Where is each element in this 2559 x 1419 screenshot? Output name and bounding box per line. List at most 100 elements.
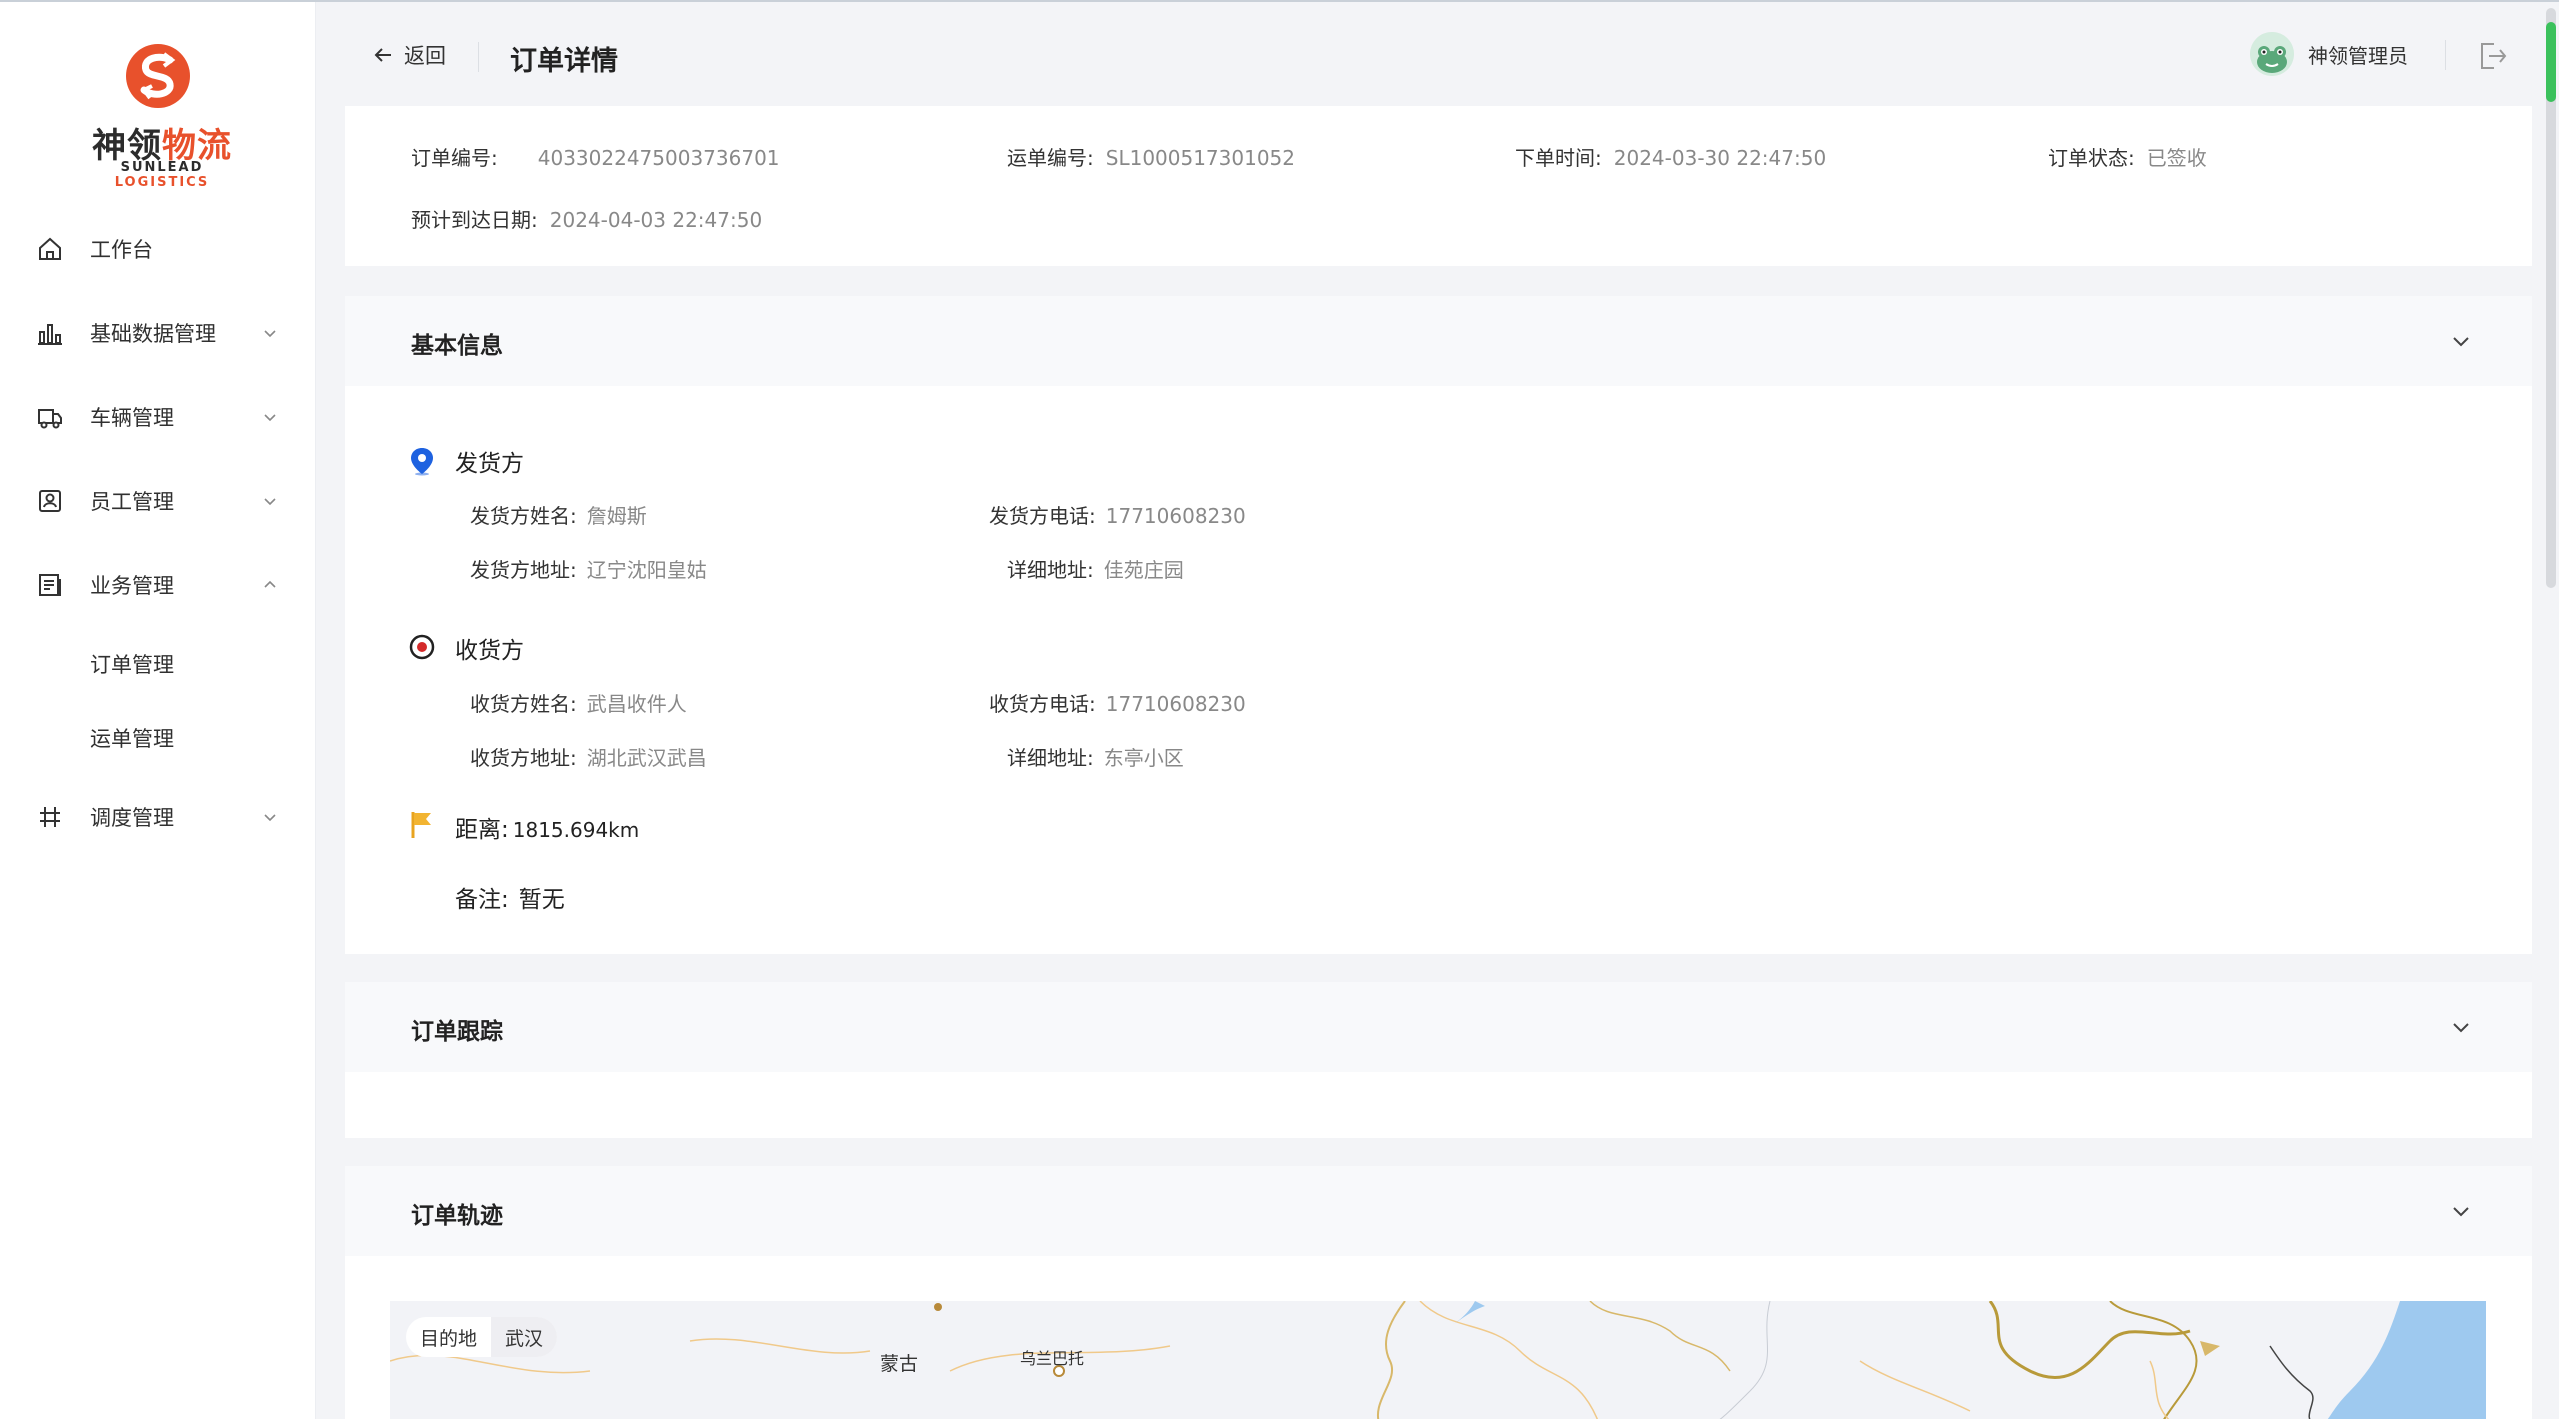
sender-name-value: 詹姆斯 bbox=[586, 504, 647, 528]
order-trajectory-header[interactable]: 订单轨迹 bbox=[345, 1166, 2532, 1256]
arrow-left-icon bbox=[374, 48, 391, 62]
order-number-value: 4033022475003736701 bbox=[537, 146, 780, 170]
waybill-number-value: SL1000517301052 bbox=[1105, 146, 1296, 170]
remark-label: 备注: bbox=[455, 887, 509, 913]
map-destination-tag: 目的地 武汉 bbox=[406, 1317, 558, 1357]
waybill-number-label: 运单编号: bbox=[1007, 146, 1094, 170]
sidebar-item-label: 工作台 bbox=[90, 238, 153, 262]
distance-label: 距离: bbox=[455, 817, 509, 843]
chevron-up-icon bbox=[264, 580, 276, 588]
frog-avatar-icon bbox=[2250, 32, 2294, 76]
sender-name-label: 发货方姓名: bbox=[470, 504, 577, 528]
header-divider bbox=[2445, 40, 2446, 70]
receiver-address-label: 收货方地址: bbox=[470, 746, 577, 770]
section-title: 订单跟踪 bbox=[411, 1019, 503, 1045]
receiver-address-field: 收货方地址: 湖北武汉武昌 bbox=[470, 742, 707, 771]
distance-value: 1815.694km bbox=[512, 818, 640, 842]
receiver-detail-value: 东亭小区 bbox=[1103, 746, 1184, 770]
dispatch-icon bbox=[36, 803, 64, 831]
brand-logo[interactable]: 神领物流 SUNLEAD LOGISTICS bbox=[72, 42, 252, 190]
chevron-down-icon[interactable] bbox=[2450, 1016, 2472, 1038]
distance-field: 距离: 1815.694km bbox=[455, 810, 639, 844]
back-button[interactable]: 返回 bbox=[372, 40, 446, 70]
remark-field: 备注: 暂无 bbox=[455, 880, 565, 914]
logo-mark-icon bbox=[126, 44, 190, 108]
order-status-label: 订单状态: bbox=[2048, 146, 2135, 170]
sender-name-field: 发货方姓名: 詹姆斯 bbox=[470, 500, 647, 529]
chevron-down-icon bbox=[264, 498, 276, 506]
sidebar: 神领物流 SUNLEAD LOGISTICS 工作台 基础数据管理 车辆管理 员… bbox=[0, 2, 316, 1419]
header-divider bbox=[478, 42, 479, 72]
sidebar-item-vehicle[interactable]: 车辆管理 bbox=[0, 375, 316, 459]
logo-text-en: SUNLEAD LOGISTICS bbox=[72, 160, 252, 190]
receiver-phone-value: 17710608230 bbox=[1105, 692, 1246, 716]
back-label: 返回 bbox=[404, 44, 446, 68]
section-title: 基本信息 bbox=[411, 333, 503, 359]
sidebar-item-employee[interactable]: 员工管理 bbox=[0, 459, 316, 543]
sender-address-value: 辽宁沈阳皇姑 bbox=[586, 558, 707, 582]
logout-icon[interactable] bbox=[2474, 38, 2510, 74]
basic-info-header[interactable]: 基本信息 bbox=[345, 296, 2532, 386]
trajectory-map[interactable]: 目的地 武汉 蒙古 乌兰巴托 bbox=[390, 1301, 2486, 1419]
order-summary-card: 订单编号: 4033022475003736701 运单编号: SL10005173… bbox=[345, 106, 2532, 266]
sidebar-subitem-waybill-management[interactable]: 运单管理 bbox=[0, 701, 316, 775]
map-tag-label: 目的地 bbox=[420, 1327, 478, 1350]
order-number-field: 订单编号: 4033022475003736701 bbox=[411, 142, 780, 171]
map-background bbox=[390, 1301, 2486, 1419]
receiver-name-value: 武昌收件人 bbox=[586, 692, 687, 716]
eta-value: 2024-04-03 22:47:50 bbox=[549, 208, 763, 232]
eta-field: 预计到达日期: 2024-04-03 22:47:50 bbox=[411, 204, 762, 233]
sender-detail-field: 详细地址: 佳苑庄园 bbox=[1007, 554, 1184, 583]
page-title: 订单详情 bbox=[510, 46, 618, 77]
sidebar-item-label: 基础数据管理 bbox=[90, 322, 216, 346]
home-icon bbox=[36, 235, 64, 263]
sidebar-item-label: 业务管理 bbox=[90, 574, 174, 598]
order-status-field: 订单状态: 已签收 bbox=[2048, 142, 2207, 171]
chevron-down-icon bbox=[264, 414, 276, 422]
sidebar-item-label: 员工管理 bbox=[90, 490, 174, 514]
order-tracking-card: 订单跟踪 bbox=[345, 982, 2532, 1138]
basic-info-card: 基本信息 发货方 发货方姓名: 詹姆斯 发货方电话: 17710608230 发货方… bbox=[345, 296, 2532, 954]
sender-address-label: 发货方地址: bbox=[470, 558, 577, 582]
sender-phone-field: 发货方电话: 17710608230 bbox=[989, 500, 1246, 529]
user-menu[interactable]: 神领管理员 bbox=[2250, 32, 2408, 76]
order-trajectory-card: 订单轨迹 目的地 武汉 蒙古 乌兰巴托 bbox=[345, 1166, 2532, 1419]
sidebar-subitem-order-management[interactable]: 订单管理 bbox=[0, 627, 316, 701]
document-icon bbox=[36, 571, 64, 599]
chevron-down-icon[interactable] bbox=[2450, 1200, 2472, 1222]
sidebar-item-label: 车辆管理 bbox=[90, 406, 174, 430]
truck-icon bbox=[36, 403, 64, 431]
badge-icon bbox=[36, 487, 64, 515]
sidebar-item-business[interactable]: 业务管理 bbox=[0, 543, 316, 627]
receiver-name-label: 收货方姓名: bbox=[470, 692, 577, 716]
order-tracking-header[interactable]: 订单跟踪 bbox=[345, 982, 2532, 1072]
page-scrollbar-thumb[interactable] bbox=[2546, 22, 2556, 102]
sidebar-item-dispatch[interactable]: 调度管理 bbox=[0, 775, 316, 859]
page-header: 返回 订单详情 神领管理员 bbox=[316, 2, 2559, 102]
sender-phone-value: 17710608230 bbox=[1105, 504, 1246, 528]
chart-icon bbox=[36, 319, 64, 347]
map-place-label: 乌兰巴托 bbox=[1020, 1349, 1085, 1368]
sidebar-menu: 工作台 基础数据管理 车辆管理 员工管理 业务管理 订单管理 运单管理 调度管理 bbox=[0, 207, 316, 859]
chevron-down-icon bbox=[264, 330, 276, 338]
order-number-label: 订单编号: bbox=[411, 146, 498, 170]
sidebar-item-label: 调度管理 bbox=[90, 806, 174, 830]
receiver-phone-field: 收货方电话: 17710608230 bbox=[989, 688, 1246, 717]
sidebar-item-workbench[interactable]: 工作台 bbox=[0, 207, 316, 291]
remark-value: 暂无 bbox=[518, 887, 565, 913]
sender-title: 发货方 bbox=[455, 451, 524, 477]
order-status-value: 已签收 bbox=[2146, 146, 2207, 170]
receiver-detail-field: 详细地址: 东亭小区 bbox=[1007, 742, 1184, 771]
sender-detail-label: 详细地址: bbox=[1007, 558, 1094, 582]
sidebar-subitem-label: 订单管理 bbox=[90, 653, 174, 677]
receiver-title: 收货方 bbox=[455, 638, 524, 664]
receiver-address-value: 湖北武汉武昌 bbox=[586, 746, 707, 770]
location-pin-icon bbox=[411, 448, 433, 476]
chevron-down-icon[interactable] bbox=[2450, 330, 2472, 352]
eta-label: 预计到达日期: bbox=[411, 208, 538, 232]
sender-phone-label: 发货方电话: bbox=[989, 504, 1096, 528]
map-tag-value: 武汉 bbox=[491, 1317, 558, 1357]
receiver-phone-label: 收货方电话: bbox=[989, 692, 1096, 716]
sidebar-subitem-label: 运单管理 bbox=[90, 727, 174, 751]
sidebar-item-base-data[interactable]: 基础数据管理 bbox=[0, 291, 316, 375]
